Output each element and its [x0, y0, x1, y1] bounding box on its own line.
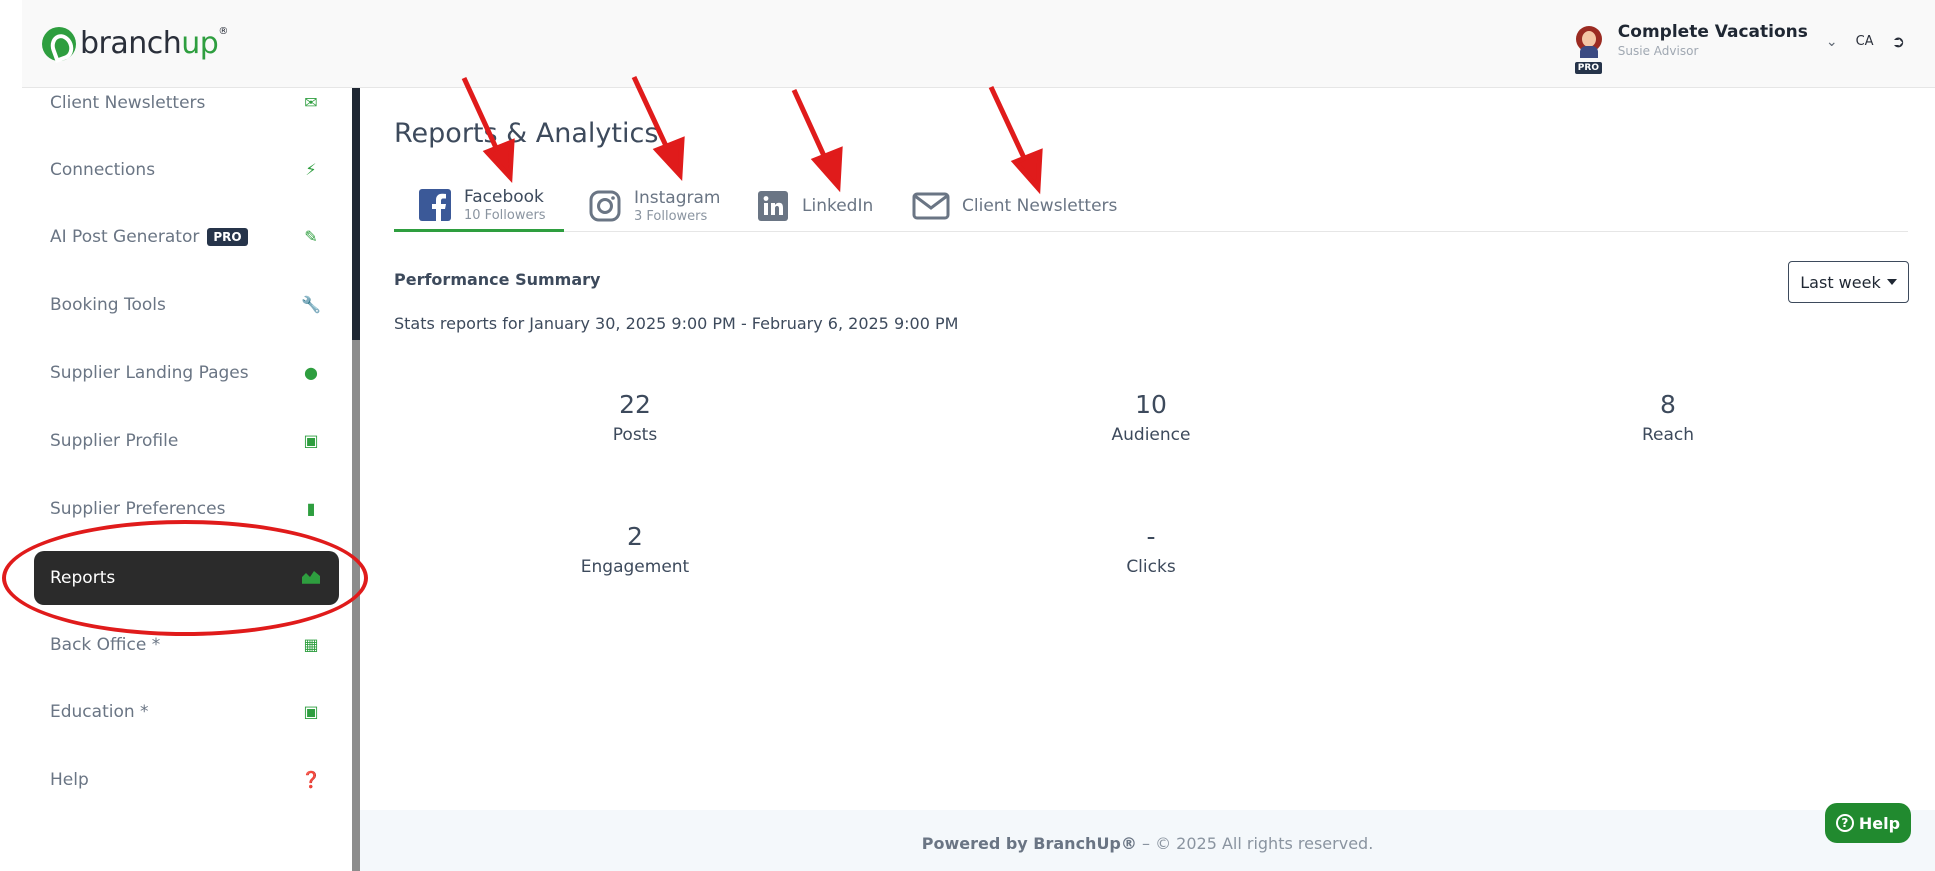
logout-icon[interactable]: ➲ — [1892, 32, 1905, 51]
wrench-icon: 🔧 — [301, 295, 321, 314]
logo-text: branchup® — [80, 26, 228, 61]
leaf-icon — [42, 26, 76, 61]
sidebar-item-booking-tools[interactable]: Booking Tools 🔧 — [34, 278, 339, 332]
language-selector[interactable]: CA — [1856, 34, 1874, 49]
sidebar-scrollbar[interactable] — [352, 88, 360, 871]
help-button[interactable]: ? Help — [1825, 803, 1911, 843]
facebook-icon — [419, 188, 451, 222]
annotation-ellipse — [2, 520, 368, 636]
sidebar-item-connections[interactable]: Connections ⚡ — [34, 143, 339, 197]
book-icon: ▣ — [303, 702, 319, 721]
scrollbar-thumb[interactable] — [352, 88, 360, 340]
chevron-down-icon[interactable]: ⌄ — [1826, 34, 1838, 50]
stats-date-range: Stats reports for January 30, 2025 9:00 … — [394, 314, 959, 333]
sidebar-item-help[interactable]: Help ❓ — [34, 753, 339, 807]
book-icon: ▣ — [303, 431, 319, 450]
sidebar-item-ai-post-generator[interactable]: AI Post Generator PRO ✎ — [34, 210, 339, 264]
edit-icon: ✎ — [304, 227, 318, 246]
sidebar-item-supplier-landing-pages[interactable]: Supplier Landing Pages ● — [34, 346, 339, 400]
sidebar-item-client-newsletters[interactable]: Client Newsletters ✉ — [34, 76, 339, 130]
account-role: Susie Advisor — [1617, 44, 1699, 58]
sidebar: Client Newsletters ✉ Connections ⚡ AI Po… — [22, 88, 352, 871]
envelope-icon: ✉ — [304, 93, 318, 112]
tab-facebook[interactable]: Facebook 10 Followers — [394, 180, 564, 232]
bookmark-icon: ▮ — [306, 499, 316, 518]
sidebar-item-supplier-profile[interactable]: Supplier Profile ▣ — [34, 414, 339, 468]
map-icon: ▦ — [303, 635, 319, 654]
caret-down-icon — [1886, 279, 1897, 285]
stat-engagement: 2 Engagement — [580, 522, 690, 577]
period-dropdown[interactable]: Last week — [1788, 261, 1909, 303]
account-name: Complete Vacations — [1617, 22, 1808, 42]
stat-clicks: - Clicks — [1126, 522, 1176, 577]
globe-icon: ● — [304, 363, 318, 382]
tab-linkedin[interactable]: LinkedIn — [756, 180, 873, 232]
pro-badge: PRO — [1574, 62, 1602, 74]
branchup-logo[interactable]: branchup® — [42, 26, 228, 61]
sidebar-item-education[interactable]: Education * ▣ — [34, 685, 339, 739]
stat-posts: 22 Posts — [612, 390, 658, 445]
page-title: Reports & Analytics — [394, 118, 659, 149]
envelope-icon — [912, 192, 950, 220]
question-icon: ? — [1835, 814, 1854, 832]
linkedin-icon — [758, 191, 788, 221]
avatar[interactable]: PRO — [1574, 22, 1604, 74]
question-icon: ❓ — [301, 770, 321, 789]
performance-summary-title: Performance Summary — [394, 270, 601, 289]
account-menu[interactable]: PRO Complete Vacations Susie Advisor ⌄ C… — [1574, 22, 1935, 74]
top-header: branchup® PRO Complete Vacations Susie A… — [22, 0, 1935, 88]
footer: Powered by BranchUp® – © 2025 All rights… — [360, 810, 1935, 871]
pro-badge: PRO — [207, 228, 248, 246]
stat-reach: 8 Reach — [1641, 390, 1695, 445]
instagram-icon — [589, 190, 621, 222]
tab-instagram[interactable]: Instagram 3 Followers — [588, 180, 721, 232]
main-content: Reports & Analytics Facebook 10 Follower… — [360, 88, 1935, 871]
social-tabs: Facebook 10 Followers Instagram 3 Follow… — [394, 180, 1908, 232]
plug-icon: ⚡ — [305, 160, 317, 179]
stat-audience: 10 Audience — [1111, 390, 1191, 445]
tab-client-newsletters[interactable]: Client Newsletters — [912, 180, 1117, 232]
